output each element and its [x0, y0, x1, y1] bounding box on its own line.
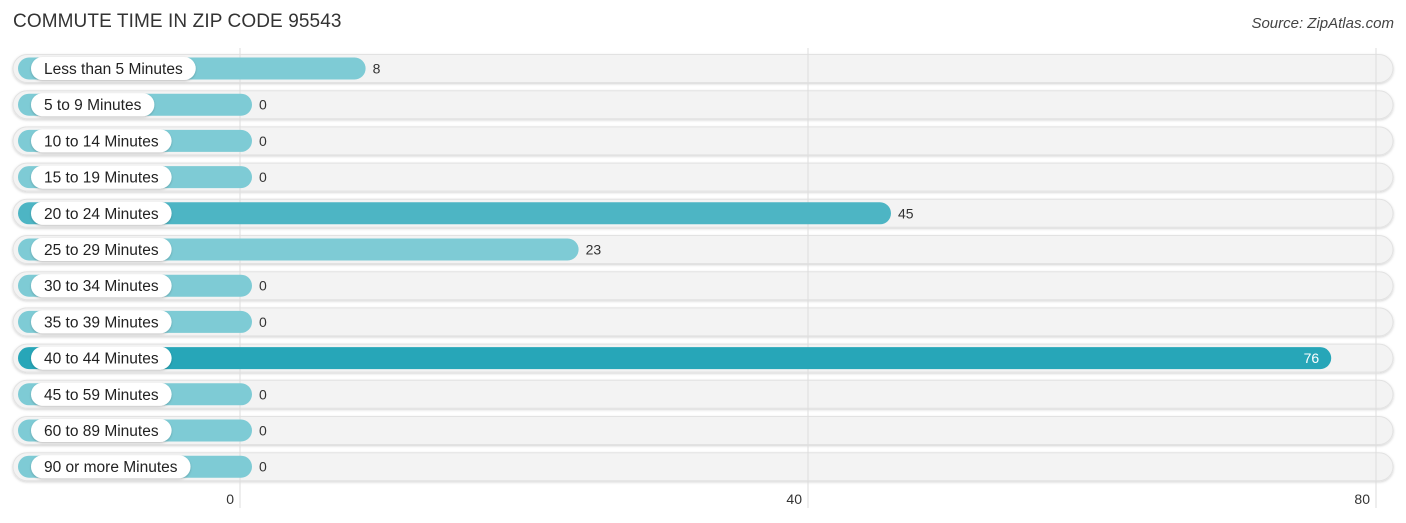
- value-label: 0: [259, 314, 267, 330]
- bar-chart: Less than 5 Minutes 85 to 9 Minutes 010 to…: [12, 48, 1394, 508]
- category-label: 15 to 19 Minutes: [44, 170, 159, 187]
- value-label: 0: [259, 97, 267, 113]
- x-axis-ticks: 0 40 80: [226, 491, 1370, 507]
- bar-row: 5 to 9 Minutes 0: [18, 93, 267, 117]
- category-label: 30 to 34 Minutes: [44, 278, 159, 295]
- value-label: 76: [1304, 350, 1320, 366]
- category-label: 25 to 29 Minutes: [44, 242, 159, 259]
- bars: Less than 5 Minutes 85 to 9 Minutes 010 to…: [18, 57, 1332, 479]
- bar-row: 20 to 24 Minutes 45: [18, 201, 914, 225]
- bar-row: 90 or more Minutes 0: [18, 455, 267, 479]
- x-tick-label: 80: [1354, 491, 1370, 507]
- value-label: 0: [259, 423, 267, 439]
- category-label: 90 or more Minutes: [44, 459, 178, 476]
- category-label: 40 to 44 Minutes: [44, 351, 159, 368]
- value-label: 0: [259, 386, 267, 402]
- x-tick-label: 40: [786, 491, 802, 507]
- category-label: 5 to 9 Minutes: [44, 97, 142, 114]
- value-label: 0: [259, 169, 267, 185]
- category-label: 45 to 59 Minutes: [44, 387, 159, 404]
- bar-row: Less than 5 Minutes 8: [18, 57, 381, 80]
- row-tracks: [12, 54, 1394, 482]
- bar: [18, 347, 1332, 370]
- category-label: 10 to 14 Minutes: [44, 133, 159, 150]
- bar-row: 25 to 29 Minutes 23: [18, 238, 601, 261]
- value-label: 0: [259, 133, 267, 149]
- bar-row: 30 to 34 Minutes 0: [18, 274, 267, 298]
- x-tick-label: 0: [226, 491, 234, 507]
- bar-row: 35 to 39 Minutes 0: [18, 310, 267, 334]
- bar-row: 10 to 14 Minutes 0: [18, 129, 267, 153]
- value-label: 0: [259, 459, 267, 475]
- category-label: 20 to 24 Minutes: [44, 206, 159, 223]
- category-label: 35 to 39 Minutes: [44, 314, 159, 331]
- value-label: 23: [586, 242, 602, 258]
- bar-row: 45 to 59 Minutes 0: [18, 382, 267, 406]
- value-label: 0: [259, 278, 267, 294]
- bar-row: 60 to 89 Minutes 0: [18, 419, 267, 442]
- category-label: 60 to 89 Minutes: [44, 423, 159, 440]
- value-label: 45: [898, 205, 914, 221]
- bar-row: 40 to 44 Minutes 76: [18, 346, 1332, 370]
- bar-row: 15 to 19 Minutes 0: [18, 165, 267, 189]
- value-label: 8: [373, 61, 381, 77]
- category-label: Less than 5 Minutes: [44, 61, 183, 78]
